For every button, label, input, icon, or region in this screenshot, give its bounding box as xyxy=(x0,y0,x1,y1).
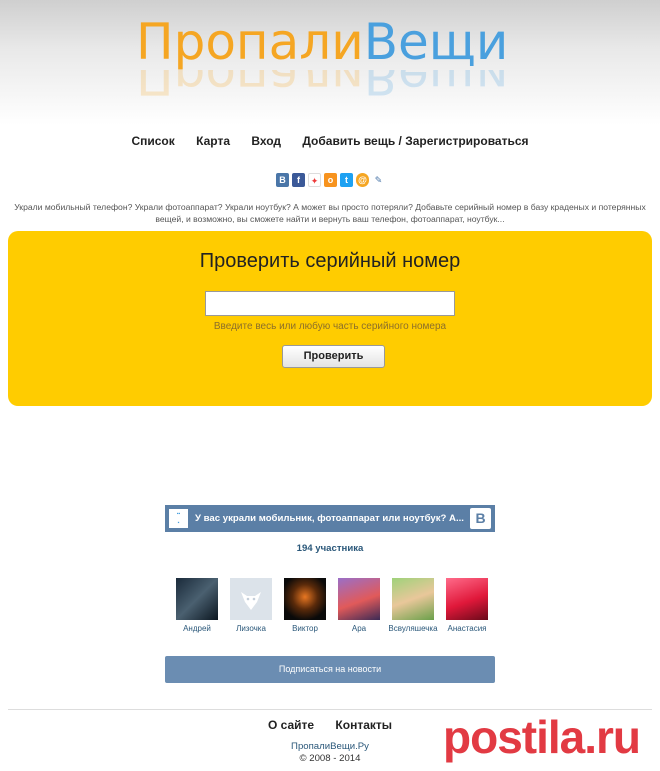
avatar xyxy=(446,578,488,620)
avatar xyxy=(284,578,326,620)
nav-map-link[interactable]: Карта xyxy=(196,134,230,148)
member-item[interactable]: Виктор xyxy=(278,578,332,633)
group-logo: ▪▪ ▪ xyxy=(169,509,188,528)
main-nav: Список Карта Вход Добавить вещь / Зареги… xyxy=(0,134,660,148)
site-header: ПропалиВещи ПропалиВещи xyxy=(0,0,660,125)
avatar xyxy=(230,578,272,620)
intro-text: Украли мобильный телефон? Украли фотоапп… xyxy=(14,202,646,224)
vk-widget-title: У вас украли мобильник, фотоаппарат или … xyxy=(195,513,464,524)
vk-members-list: Андрей Лизочка Виктор Ара Всвуляшечка Ан… xyxy=(170,578,490,638)
twitter-icon[interactable]: t xyxy=(340,173,353,187)
dog-placeholder-icon xyxy=(241,592,261,610)
contacts-link[interactable]: Контакты xyxy=(335,718,392,732)
site-logo[interactable]: ПропалиВещи ПропалиВещи xyxy=(136,14,526,104)
livejournal-icon[interactable]: ✦ xyxy=(308,173,321,187)
watermark: postila.ru xyxy=(443,711,641,763)
avatar xyxy=(392,578,434,620)
serial-number-input[interactable] xyxy=(205,291,455,316)
facebook-icon[interactable]: f xyxy=(292,173,305,187)
nav-list-link[interactable]: Список xyxy=(131,134,174,148)
subscribe-button[interactable]: Подписаться на новости xyxy=(165,656,495,683)
share-buttons: В f ✦ о t @ ✎ xyxy=(276,173,385,189)
member-item[interactable]: Лизочка xyxy=(224,578,278,633)
mailru-icon[interactable]: @ xyxy=(356,173,369,187)
member-item[interactable]: Ара xyxy=(332,578,386,633)
pencil-icon[interactable]: ✎ xyxy=(372,173,385,187)
check-title: Проверить серийный номер xyxy=(199,250,461,272)
avatar xyxy=(176,578,218,620)
serial-check-panel: Проверить серийный номер Введите весь ил… xyxy=(8,231,652,406)
avatar xyxy=(338,578,380,620)
logo-reflection: ПропалиВещи xyxy=(136,70,509,104)
odnoklassniki-icon[interactable]: о xyxy=(324,173,337,187)
vk-icon[interactable]: В xyxy=(276,173,289,187)
nav-register-link[interactable]: Добавить вещь / Зарегистрироваться xyxy=(302,134,528,148)
member-item[interactable]: Анастасия xyxy=(440,578,494,633)
vk-widget-header[interactable]: ▪▪ ▪ У вас украли мобильник, фотоаппарат … xyxy=(165,505,495,532)
member-item[interactable]: Андрей xyxy=(170,578,224,633)
vk-member-count[interactable]: 194 участника xyxy=(165,543,495,554)
check-button[interactable]: Проверить xyxy=(282,345,385,368)
vk-logo-icon: B xyxy=(470,508,491,529)
nav-login-link[interactable]: Вход xyxy=(251,134,281,148)
about-link[interactable]: О сайте xyxy=(268,718,314,732)
check-hint: Введите весь или любую часть серийного н… xyxy=(213,321,447,332)
member-item[interactable]: Всвуляшечка xyxy=(386,578,440,633)
